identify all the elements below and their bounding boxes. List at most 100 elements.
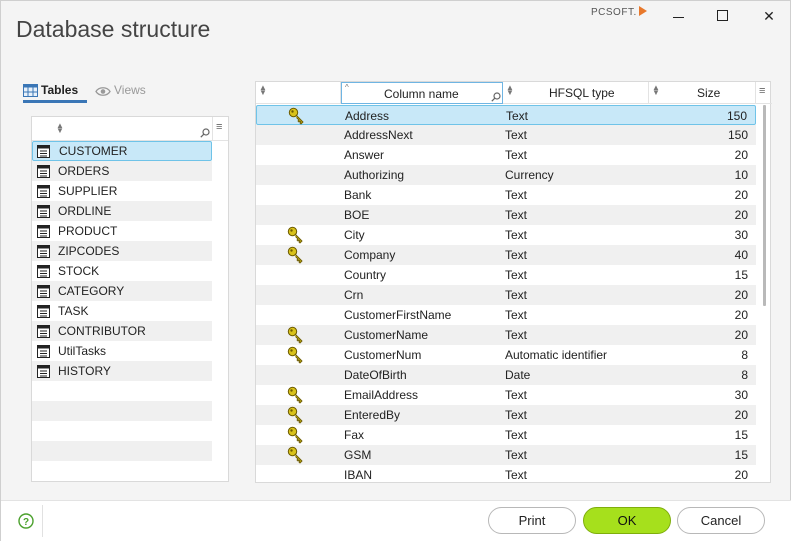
hfsql-type-cell: Automatic identifier xyxy=(505,348,608,362)
search-icon[interactable] xyxy=(200,128,210,138)
eye-icon xyxy=(95,87,111,96)
table-list-item[interactable]: ZIPCODES xyxy=(32,241,212,261)
size-cell: 20 xyxy=(734,468,748,482)
table-list-item[interactable]: SUPPLIER xyxy=(32,181,212,201)
column-row[interactable]: Bank Text 20 xyxy=(256,185,756,205)
size-cell: 20 xyxy=(734,328,748,342)
tables-column-header[interactable]: ▲ ▼ xyxy=(32,117,213,141)
columns-grid: ▲ ▼ ^ Column name ▲ ▼ HFSQL type ▲ ▼ Size ≡ xyxy=(255,81,772,483)
table-file-icon xyxy=(37,265,50,278)
column-row[interactable]: CustomerName Text 20 xyxy=(256,325,756,345)
table-file-icon xyxy=(37,165,50,178)
column-row[interactable]: Country Text 15 xyxy=(256,265,756,285)
column-name-cell: City xyxy=(344,228,365,242)
column-name-cell: Country xyxy=(344,268,387,282)
column-row[interactable]: Answer Text 20 xyxy=(256,145,756,165)
sort-icon[interactable]: ▲ ▼ xyxy=(652,84,660,97)
column-row[interactable]: Company Text 40 xyxy=(256,245,756,265)
close-icon: ✕ xyxy=(763,8,775,24)
key-icon xyxy=(287,406,303,424)
grid-menu-header[interactable]: ≡ xyxy=(756,82,772,104)
column-name-cell: CustomerName xyxy=(344,328,429,342)
print-button[interactable]: Print xyxy=(488,507,576,534)
cancel-button[interactable]: Cancel xyxy=(677,507,765,534)
sort-icon[interactable]: ▲ ▼ xyxy=(56,122,64,135)
hfsql-type-cell: Date xyxy=(505,368,531,382)
size-cell: 8 xyxy=(741,368,748,382)
column-menu-icon[interactable]: ≡ xyxy=(759,86,765,97)
hfsql-type-header[interactable]: ▲ ▼ HFSQL type xyxy=(503,82,649,104)
table-name: PRODUCT xyxy=(58,224,118,238)
column-name-cell: AddressNext xyxy=(344,128,413,142)
dialog-footer: ? Print OK Cancel xyxy=(1,500,791,541)
size-cell: 30 xyxy=(734,228,748,242)
tab-views[interactable]: Views xyxy=(95,83,155,103)
table-list-item[interactable]: ORDLINE xyxy=(32,201,212,221)
table-list-item[interactable]: ORDERS xyxy=(32,161,212,181)
column-name-header[interactable]: ^ Column name xyxy=(341,82,503,104)
table-file-icon xyxy=(37,305,50,318)
column-name-cell: Authorizing xyxy=(344,168,405,182)
tab-tables-label: Tables xyxy=(41,83,79,97)
column-name-cell: EmailAddress xyxy=(344,388,419,402)
key-icon xyxy=(288,107,304,125)
column-row[interactable]: CustomerNum Automatic identifier 8 xyxy=(256,345,756,365)
table-file-icon xyxy=(37,365,50,378)
size-cell: 40 xyxy=(734,248,748,262)
key-column-header[interactable]: ▲ ▼ xyxy=(256,82,341,104)
size-cell: 20 xyxy=(734,288,748,302)
column-row[interactable]: Crn Text 20 xyxy=(256,285,756,305)
table-list-item[interactable]: TASK xyxy=(32,301,212,321)
table-list-item[interactable]: PRODUCT xyxy=(32,221,212,241)
column-row[interactable]: Address Text 150 xyxy=(256,105,756,125)
key-icon xyxy=(287,446,303,464)
size-header[interactable]: ▲ ▼ Size xyxy=(649,82,756,104)
minimize-button[interactable] xyxy=(666,5,690,27)
column-row[interactable]: CustomerFirstName Text 20 xyxy=(256,305,756,325)
column-row[interactable]: GSM Text 15 xyxy=(256,445,756,465)
table-list-item[interactable]: HISTORY xyxy=(32,361,212,381)
table-file-icon xyxy=(37,145,50,158)
ok-button[interactable]: OK xyxy=(583,507,671,534)
maximize-button[interactable] xyxy=(710,5,734,27)
column-row[interactable]: IBAN Text 20 xyxy=(256,465,756,483)
table-list-item[interactable]: CATEGORY xyxy=(32,281,212,301)
sort-icon[interactable]: ▲ ▼ xyxy=(259,84,267,97)
brand-arrow-icon xyxy=(638,6,647,16)
size-cell: 20 xyxy=(734,148,748,162)
column-name-cell: Bank xyxy=(344,188,372,202)
empty-list-row xyxy=(32,441,212,461)
minimize-icon xyxy=(672,16,684,18)
sort-icon[interactable]: ▲ ▼ xyxy=(506,84,514,97)
column-row[interactable]: AddressNext Text 150 xyxy=(256,125,756,145)
close-button[interactable]: ✕ xyxy=(757,5,781,27)
column-row[interactable]: EmailAddress Text 30 xyxy=(256,385,756,405)
table-name: ORDLINE xyxy=(58,204,112,218)
column-name-cell: Crn xyxy=(344,288,364,302)
table-list-item[interactable]: CONTRIBUTOR xyxy=(32,321,212,341)
column-row[interactable]: EnteredBy Text 20 xyxy=(256,405,756,425)
column-row[interactable]: Fax Text 15 xyxy=(256,425,756,445)
table-list-item[interactable]: UtilTasks xyxy=(32,341,212,361)
vertical-scrollbar[interactable] xyxy=(763,105,766,306)
column-row[interactable]: Authorizing Currency 10 xyxy=(256,165,756,185)
column-row[interactable]: City Text 30 xyxy=(256,225,756,245)
sort-ascending-icon[interactable]: ^ xyxy=(345,84,349,92)
hfsql-type-cell: Text xyxy=(505,328,528,342)
column-row[interactable]: BOE Text 20 xyxy=(256,205,756,225)
key-icon xyxy=(287,226,303,244)
table-list-item[interactable]: STOCK xyxy=(32,261,212,281)
table-name: CUSTOMER xyxy=(59,144,128,158)
column-name-cell: Address xyxy=(345,109,390,123)
table-file-icon xyxy=(37,325,50,338)
size-cell: 20 xyxy=(734,188,748,202)
tables-list-header: ▲ ▼ ≡ xyxy=(32,117,228,141)
table-list-item[interactable]: CUSTOMER xyxy=(32,141,212,161)
hfsql-type-cell: Text xyxy=(505,208,528,222)
column-row[interactable]: DateOfBirth Date 8 xyxy=(256,365,756,385)
tab-tables[interactable]: Tables xyxy=(23,83,87,103)
search-icon[interactable] xyxy=(491,92,501,102)
column-name-cell: BOE xyxy=(344,208,370,222)
column-menu-icon[interactable]: ≡ xyxy=(216,122,222,133)
help-icon[interactable]: ? xyxy=(18,513,34,529)
